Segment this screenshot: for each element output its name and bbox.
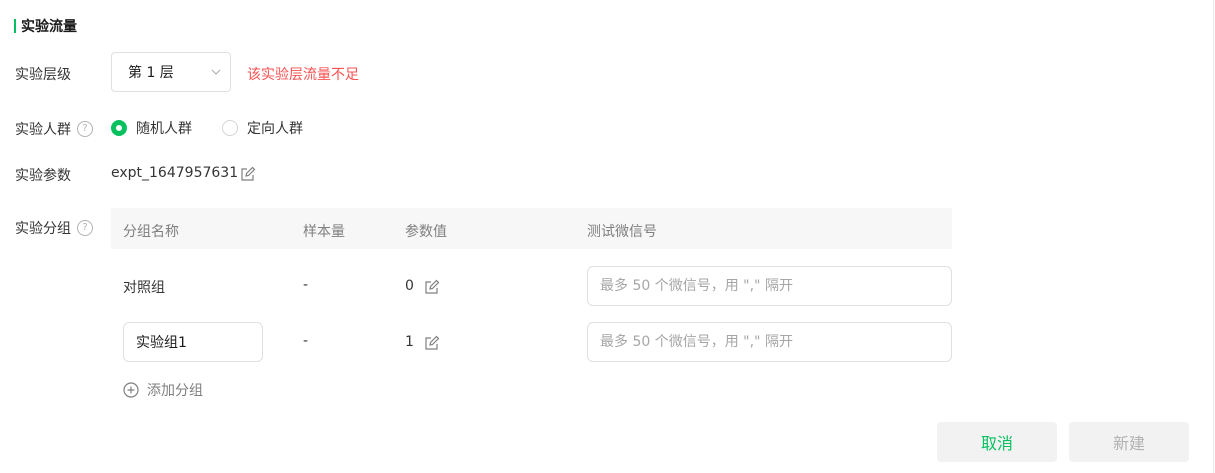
group-param-value-1: 1 xyxy=(405,334,414,350)
section-title-text: 实验流量 xyxy=(21,19,77,35)
group-param-value-control: 0 xyxy=(405,278,414,294)
radio-random-crowd-label: 随机人群 xyxy=(136,121,192,137)
question-circle-icon[interactable]: ? xyxy=(77,121,93,137)
wechat-input-control[interactable] xyxy=(587,266,952,306)
column-header-sample: 样本量 xyxy=(303,224,345,240)
layer-label-text: 实验层级 xyxy=(15,67,71,83)
edit-icon[interactable] xyxy=(240,166,256,182)
crowd-label-text: 实验人群 xyxy=(15,122,71,138)
radio-targeted-crowd-label: 定向人群 xyxy=(247,121,303,137)
group-sample-control: - xyxy=(303,277,309,293)
groups-label: 实验分组 ? xyxy=(15,218,93,238)
add-group-label: 添加分组 xyxy=(147,383,203,399)
groups-table-header: 分组名称 样本量 参数值 测试微信号 xyxy=(111,208,952,249)
layer-select[interactable]: 第 1 层 xyxy=(111,52,231,92)
radio-checked-icon[interactable] xyxy=(111,120,127,136)
group-name-input-1[interactable] xyxy=(123,322,263,362)
column-header-param-value: 参数值 xyxy=(405,224,447,240)
plus-circle-icon xyxy=(123,382,139,398)
radio-unchecked-icon[interactable] xyxy=(222,120,238,136)
layer-select-value: 第 1 层 xyxy=(128,65,174,81)
right-divider xyxy=(1213,0,1214,473)
add-group-button[interactable]: 添加分组 xyxy=(123,380,203,400)
crowd-label: 实验人群 ? xyxy=(15,119,93,139)
edit-icon[interactable] xyxy=(424,279,440,295)
column-header-wechat: 测试微信号 xyxy=(587,224,657,240)
question-circle-icon[interactable]: ? xyxy=(77,220,93,236)
radio-targeted-crowd[interactable]: 定向人群 xyxy=(222,118,303,138)
section-accent-bar xyxy=(14,19,16,33)
layer-label: 实验层级 xyxy=(15,64,71,84)
group-sample-1: - xyxy=(303,333,309,349)
groups-label-text: 实验分组 xyxy=(15,221,71,237)
param-value-row: expt_1647957631 xyxy=(111,165,238,181)
group-name-control: 对照组 xyxy=(123,280,165,296)
param-label: 实验参数 xyxy=(15,165,71,185)
layer-warning: 该实验层流量不足 xyxy=(247,67,359,83)
param-label-text: 实验参数 xyxy=(15,168,71,184)
radio-random-crowd[interactable]: 随机人群 xyxy=(111,118,192,138)
wechat-input-1[interactable] xyxy=(587,322,952,362)
chevron-down-icon xyxy=(211,69,221,75)
column-header-name: 分组名称 xyxy=(123,224,179,240)
edit-icon[interactable] xyxy=(424,335,440,351)
create-button[interactable]: 新建 xyxy=(1069,422,1189,462)
section-title: 实验流量 xyxy=(14,16,77,36)
cancel-button[interactable]: 取消 xyxy=(937,422,1057,462)
param-value: expt_1647957631 xyxy=(111,165,239,181)
